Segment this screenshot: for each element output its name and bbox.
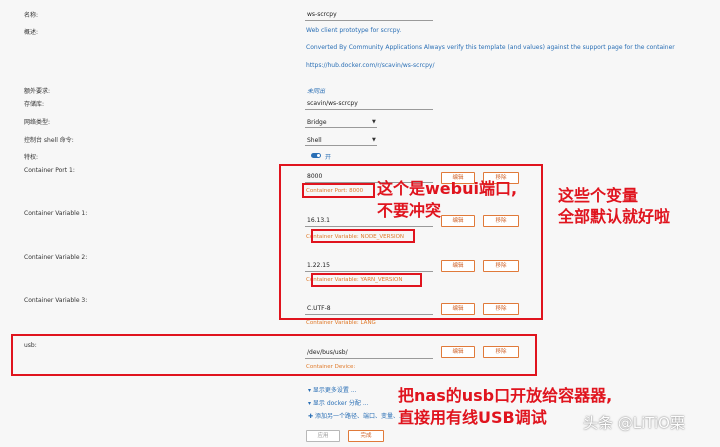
show-docker-allocations-link[interactable]: ▾ 显示 docker 分配 ... <box>308 398 369 407</box>
var1-label: Container Variable 1: <box>24 210 88 217</box>
usb-highlight-box <box>11 334 537 376</box>
var1-highlight-box <box>311 229 415 243</box>
network-label: 网络类型: <box>24 119 51 126</box>
description-line-1: Web client prototype for scrcpy. <box>306 27 402 34</box>
annotation-webui-port-1: 这个是webui端口, <box>377 179 518 198</box>
extra-label: 额外要求: <box>24 88 51 95</box>
privileged-label: 特权: <box>24 154 39 161</box>
description-label: 概述: <box>24 29 39 36</box>
repository-label: 存储库: <box>24 101 45 108</box>
extra-value: 未同出 <box>307 88 326 95</box>
port-highlight-box <box>302 183 375 198</box>
var3-label: Container Variable 3: <box>24 297 88 304</box>
add-another-link[interactable]: ✚ 添加另一个路径、端口、变量、... <box>308 411 405 420</box>
privileged-value: 开 <box>325 154 332 161</box>
chevron-down-icon: ▼ <box>372 137 376 143</box>
shell-select[interactable]: Shell <box>307 137 322 144</box>
chevron-down-icon: ▼ <box>372 119 376 125</box>
done-button[interactable]: 完成 <box>348 430 384 442</box>
network-select[interactable]: Bridge <box>307 119 327 126</box>
shell-label: 控制台 shell 命令: <box>24 137 74 144</box>
annotation-usb-2: 直接用有线USB调试 <box>398 408 547 427</box>
name-input[interactable]: ws-scrcpy <box>307 11 337 18</box>
var2-label: Container Variable 2: <box>24 254 88 261</box>
description-link[interactable]: https://hub.docker.com/r/scavin/ws-scrcp… <box>306 62 435 69</box>
repository-input[interactable]: scavin/ws-scrcpy <box>307 100 358 107</box>
annotation-usb-1: 把nas的usb口开放给容器器, <box>398 386 613 405</box>
privileged-toggle[interactable] <box>311 153 321 158</box>
annotation-variables-1: 这些个变量 <box>558 186 639 205</box>
apply-button[interactable]: 应用 <box>306 430 340 442</box>
annotation-variables-2: 全部默认就好啦 <box>558 207 671 226</box>
name-label: 名称: <box>24 12 39 19</box>
show-more-settings-link[interactable]: ▾ 显示更多设置 ... <box>308 385 357 394</box>
description-line-2: Converted By Community Applications Alwa… <box>306 44 675 51</box>
plus-icon: ✚ <box>308 413 315 420</box>
var2-highlight-box <box>311 273 422 287</box>
annotation-webui-port-2: 不要冲突 <box>377 201 442 220</box>
watermark: 头条 @LiTiO栗 <box>583 414 685 432</box>
port1-label: Container Port 1: <box>24 167 75 174</box>
var3-desc: Container Variable: LANG <box>306 320 376 326</box>
